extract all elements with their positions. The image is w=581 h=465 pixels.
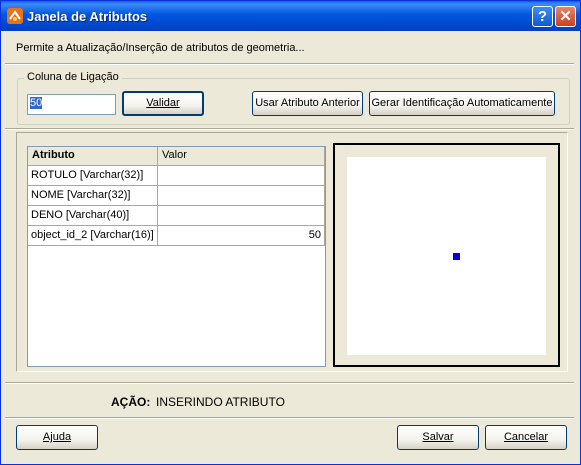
window-title: Janela de Atributos xyxy=(27,9,148,24)
group-label: Coluna de Ligação xyxy=(24,71,122,83)
help-button[interactable]: Ajuda xyxy=(16,425,98,450)
divider xyxy=(5,63,574,65)
save-button[interactable]: Salvar xyxy=(397,425,479,450)
divider xyxy=(5,417,574,419)
column-header-value[interactable]: Valor xyxy=(158,147,325,166)
action-value: INSERINDO ATRIBUTO xyxy=(156,395,285,409)
geometry-point-marker xyxy=(453,253,460,260)
attribute-cell: object_id_2 [Varchar(16)] xyxy=(28,226,158,246)
attribute-cell: DENO [Varchar(40)] xyxy=(28,206,158,226)
table-row[interactable]: NOME [Varchar(32)] xyxy=(28,186,325,206)
use-previous-attribute-button[interactable]: Usar Atributo Anterior xyxy=(252,91,363,116)
attribute-cell: NOME [Varchar(32)] xyxy=(28,186,158,206)
validate-button[interactable]: Validar xyxy=(122,91,204,116)
table-row[interactable]: DENO [Varchar(40)] xyxy=(28,206,325,226)
divider xyxy=(5,128,574,130)
table-row[interactable]: ROTULO [Varchar(32)] xyxy=(28,166,325,186)
validate-label: Validar xyxy=(146,97,180,109)
attributes-grid[interactable]: Atributo Valor ROTULO [Varchar(32)] NOME… xyxy=(27,146,326,367)
save-label: Salvar xyxy=(422,431,454,443)
divider xyxy=(5,382,574,384)
use-previous-label: Usar Atributo Anterior xyxy=(255,97,360,109)
auto-id-button[interactable]: Gerar Identificação Automaticamente xyxy=(369,91,555,116)
cancel-button[interactable]: Cancelar xyxy=(485,425,567,450)
attribute-cell: ROTULO [Varchar(32)] xyxy=(28,166,158,186)
geometry-preview xyxy=(347,157,546,355)
link-column-input[interactable]: 50 xyxy=(27,94,116,115)
column-header-attribute[interactable]: Atributo xyxy=(28,147,158,166)
link-column-value: 50 xyxy=(30,97,43,109)
description-text: Permite a Atualização/Inserção de atribu… xyxy=(16,42,305,54)
close-button[interactable]: ✕ xyxy=(555,6,576,27)
value-cell[interactable] xyxy=(158,186,325,206)
action-label: AÇÃO: xyxy=(111,395,151,409)
attributes-window: Janela de Atributos ? ✕ Permite a Atuali… xyxy=(0,0,581,465)
app-icon xyxy=(7,8,23,24)
value-cell[interactable] xyxy=(158,166,325,186)
help-label: Ajuda xyxy=(42,431,72,443)
value-cell[interactable] xyxy=(158,206,325,226)
geometry-preview-frame xyxy=(333,143,560,367)
value-cell[interactable]: 50 xyxy=(158,226,325,246)
table-row[interactable]: object_id_2 [Varchar(16)] 50 xyxy=(28,226,325,246)
help-title-button[interactable]: ? xyxy=(532,6,553,27)
cancel-label: Cancelar xyxy=(503,431,549,443)
title-bar[interactable]: Janela de Atributos ? ✕ xyxy=(1,1,580,31)
auto-id-label: Gerar Identificação Automaticamente xyxy=(371,97,553,109)
